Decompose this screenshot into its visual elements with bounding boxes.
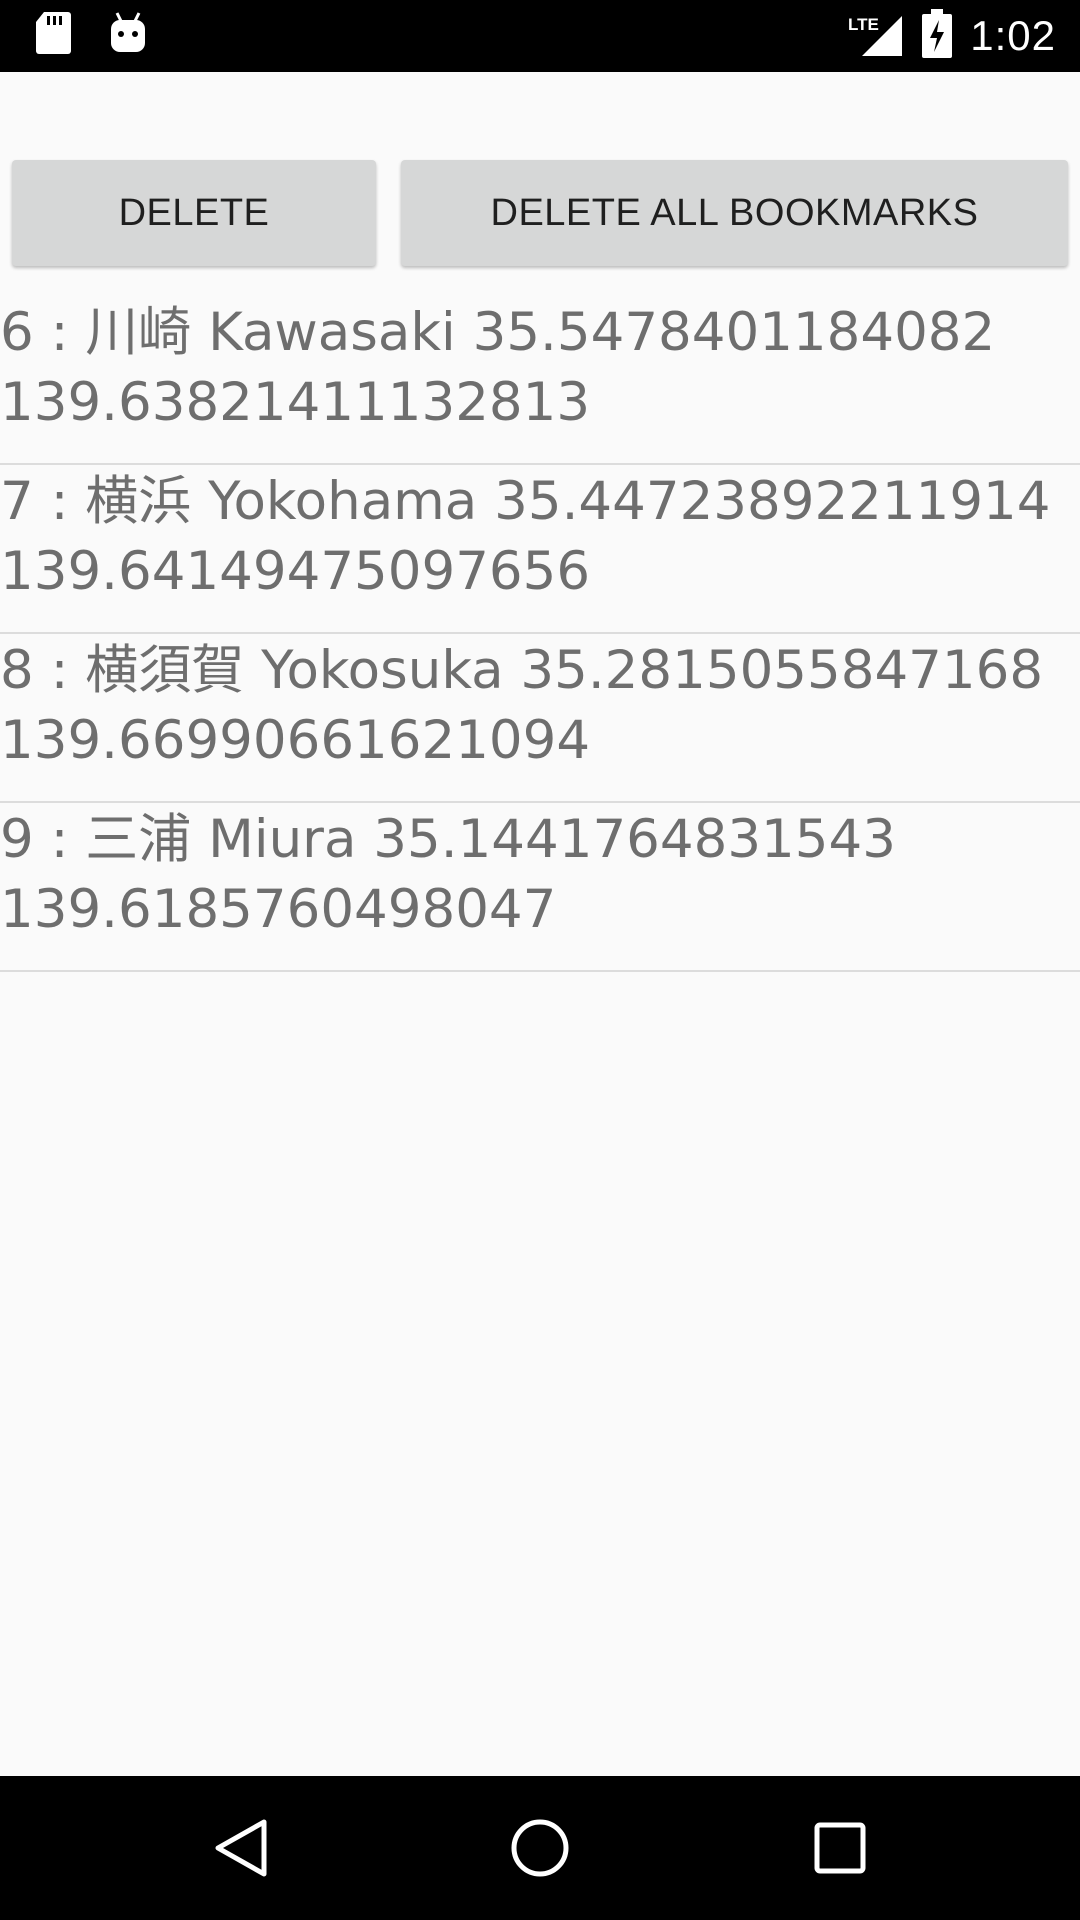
- bookmark-title-line: 6 : 川崎 Kawasaki 35.5478401184082: [0, 302, 996, 363]
- android-debug-icon: [108, 10, 148, 60]
- status-bar: LTE 1:02: [0, 0, 1080, 72]
- status-bar-system: LTE 1:02: [848, 0, 1056, 72]
- bookmark-list: 6 : 川崎 Kawasaki 35.5478401184082 139.638…: [0, 296, 1080, 972]
- button-row: DELETE DELETE ALL BOOKMARKS: [0, 160, 1080, 296]
- back-icon: [215, 1819, 267, 1877]
- main-content: DELETE DELETE ALL BOOKMARKS 6 : 川崎 Kawas…: [0, 72, 1080, 1776]
- bookmark-longitude-line: 139.64149475097656: [0, 541, 591, 602]
- recents-icon: [814, 1822, 866, 1874]
- bookmark-item[interactable]: 7 : 横浜 Yokohama 35.44723892211914 139.64…: [0, 465, 1080, 634]
- delete-all-bookmarks-button[interactable]: DELETE ALL BOOKMARKS: [401, 160, 1068, 266]
- bookmark-item[interactable]: 6 : 川崎 Kawasaki 35.5478401184082 139.638…: [0, 296, 1080, 465]
- sd-card-icon: [34, 10, 72, 60]
- lte-label: LTE: [848, 15, 879, 34]
- battery-charging-icon: [922, 9, 953, 63]
- back-button[interactable]: [205, 1812, 277, 1884]
- bookmark-longitude-line: 139.63821411132813: [0, 372, 591, 433]
- navigation-bar: [0, 1776, 1080, 1920]
- app-screen: LTE 1:02 DELETE DELETE ALL BOOKMARKS 6 :…: [0, 0, 1080, 1920]
- home-button[interactable]: [504, 1812, 576, 1884]
- bookmark-item[interactable]: 9 : 三浦 Miura 35.1441764831543 139.618576…: [0, 803, 1080, 972]
- bookmark-item[interactable]: 8 : 横須賀 Yokosuka 35.2815055847168 139.66…: [0, 634, 1080, 803]
- bookmark-longitude-line: 139.6185760498047: [0, 879, 557, 940]
- delete-button[interactable]: DELETE: [12, 160, 376, 266]
- status-time: 1:02: [970, 12, 1056, 59]
- bookmark-title-line: 8 : 横須賀 Yokosuka 35.2815055847168: [0, 640, 1044, 701]
- lte-signal-icon: LTE: [848, 10, 904, 62]
- bookmark-longitude-line: 139.66990661621094: [0, 710, 591, 771]
- home-icon: [511, 1819, 569, 1877]
- bookmark-title-line: 9 : 三浦 Miura 35.1441764831543: [0, 809, 896, 870]
- recents-button[interactable]: [804, 1812, 876, 1884]
- status-bar-notifications: [34, 10, 148, 60]
- bookmark-title-line: 7 : 横浜 Yokohama 35.44723892211914: [0, 471, 1051, 532]
